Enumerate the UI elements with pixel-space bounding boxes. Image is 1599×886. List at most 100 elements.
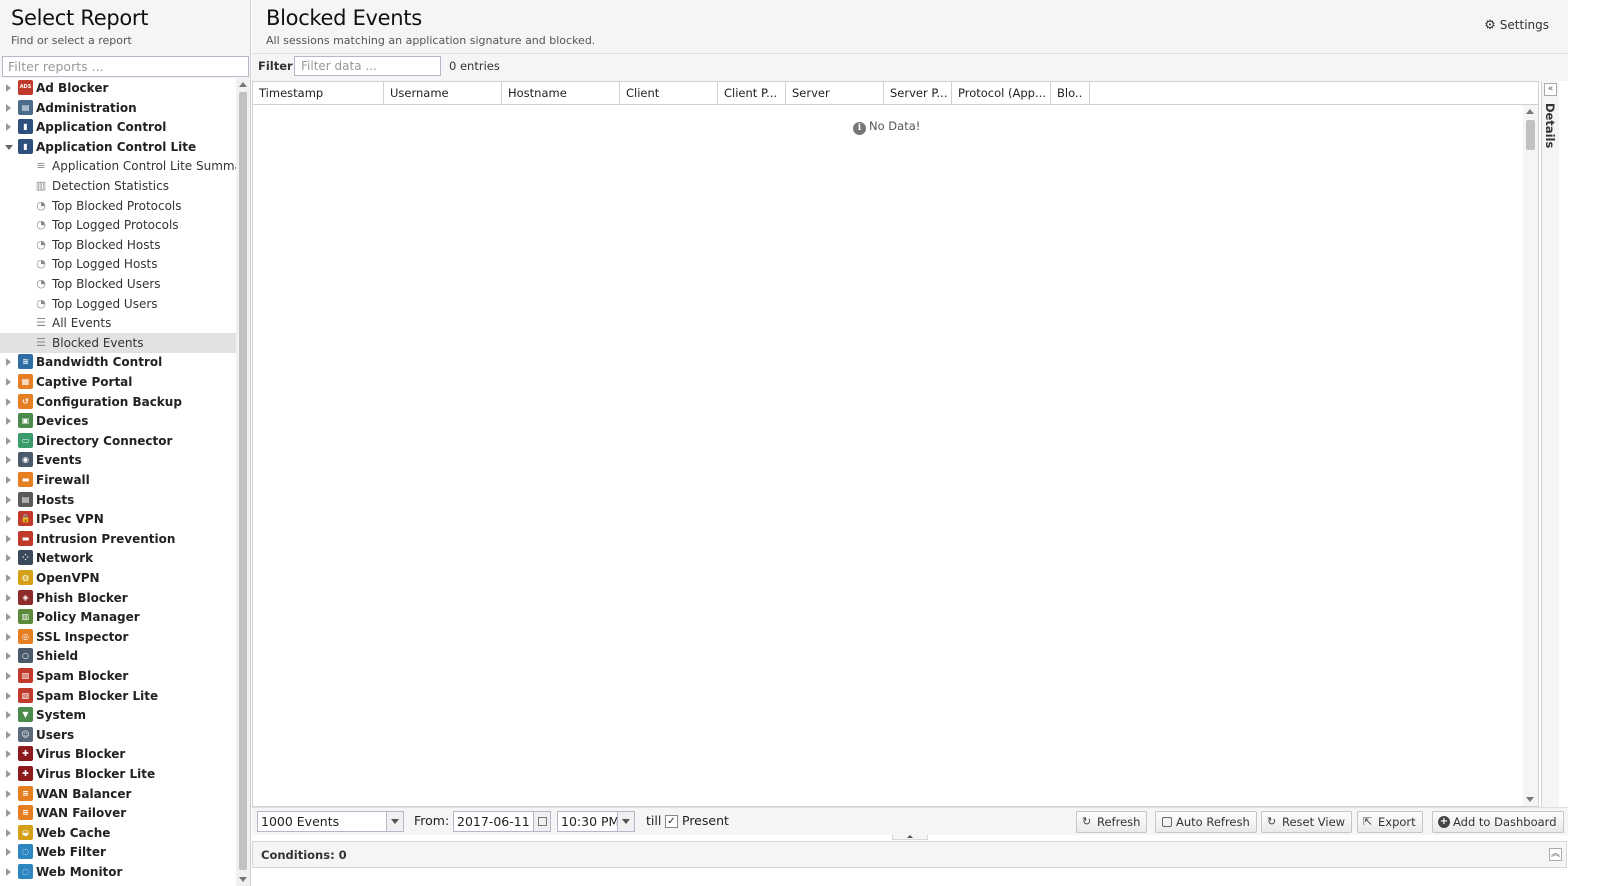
expand-arrow-icon[interactable] xyxy=(6,868,11,876)
expand-arrow-icon[interactable] xyxy=(6,123,11,131)
report-item[interactable]: ◔ Top Logged Hosts xyxy=(0,254,236,274)
column-header-server[interactable]: Server xyxy=(786,82,884,105)
tree-node-web-cache[interactable]: ◒ Web Cache xyxy=(0,823,236,843)
expand-arrow-icon[interactable] xyxy=(6,848,11,856)
expand-arrow-icon[interactable] xyxy=(6,535,11,543)
scroll-down-arrow-icon[interactable] xyxy=(239,877,247,882)
from-time-field[interactable]: 10:30 PM xyxy=(557,811,635,832)
tree-node-captive-portal[interactable]: ▦ Captive Portal xyxy=(0,372,236,392)
settings-button[interactable]: ⚙ Settings xyxy=(1484,18,1549,33)
expand-arrow-icon[interactable] xyxy=(6,437,11,445)
report-item[interactable]: ◔ Top Logged Protocols xyxy=(0,215,236,235)
tree-node-spam-blocker[interactable]: ▧ Spam Blocker xyxy=(0,666,236,686)
report-item[interactable]: ◔ Top Logged Users xyxy=(0,294,236,314)
expand-arrow-icon[interactable] xyxy=(6,496,11,504)
grid-scroll-down-arrow-icon[interactable] xyxy=(1526,797,1534,802)
expand-arrow-icon[interactable] xyxy=(6,515,11,523)
tree-node-shield[interactable]: ○ Shield xyxy=(0,646,236,666)
tree-node-events[interactable]: ◉ Events xyxy=(0,450,236,470)
details-panel-collapsed[interactable]: « Details xyxy=(1541,81,1559,807)
grid-scroll-thumb[interactable] xyxy=(1526,120,1535,150)
report-item[interactable]: ▥ Detection Statistics xyxy=(0,176,236,196)
expand-arrow-icon[interactable] xyxy=(6,574,11,582)
expand-arrow-icon[interactable] xyxy=(6,398,11,406)
tree-node-application-control[interactable]: ▮ Application Control xyxy=(0,117,236,137)
expand-arrow-icon[interactable] xyxy=(6,84,11,92)
filter-reports-input[interactable] xyxy=(2,56,249,77)
tree-scrollbar[interactable] xyxy=(236,78,250,886)
column-header-client-port[interactable]: Client P... xyxy=(718,82,786,105)
scroll-up-arrow-icon[interactable] xyxy=(239,82,247,87)
add-to-dashboard-button[interactable]: + Add to Dashboard xyxy=(1432,811,1564,833)
tree-node-devices[interactable]: ▣ Devices xyxy=(0,411,236,431)
tree-node-policy-manager[interactable]: ▥ Policy Manager xyxy=(0,607,236,627)
tree-node-openvpn[interactable]: ◍ OpenVPN xyxy=(0,568,236,588)
tree-node-wan-balancer[interactable]: ≡ WAN Balancer xyxy=(0,784,236,804)
grid-scroll-up-arrow-icon[interactable] xyxy=(1526,109,1534,114)
expand-arrow-icon[interactable] xyxy=(6,692,11,700)
column-header-hostname[interactable]: Hostname xyxy=(502,82,620,105)
grid-scrollbar[interactable] xyxy=(1523,105,1538,806)
tree-node-web-monitor[interactable]: ◌ Web Monitor xyxy=(0,862,236,882)
expand-arrow-icon[interactable] xyxy=(6,750,11,758)
tree-node-bandwidth-control[interactable]: ≋ Bandwidth Control xyxy=(0,352,236,372)
expand-arrow-icon[interactable] xyxy=(6,613,11,621)
expand-arrow-icon[interactable] xyxy=(6,633,11,641)
events-limit-select[interactable]: 1000 Events xyxy=(257,811,404,832)
tree-node-ad-blocker[interactable]: ADS Ad Blocker xyxy=(0,78,236,98)
expand-arrow-icon[interactable] xyxy=(6,417,11,425)
expand-arrow-icon[interactable] xyxy=(6,456,11,464)
tree-node-ssl-inspector[interactable]: ◎ SSL Inspector xyxy=(0,627,236,647)
expand-details-icon[interactable]: « xyxy=(1544,83,1557,96)
column-header-protocol[interactable]: Protocol (App... xyxy=(952,82,1051,105)
report-item[interactable]: ◔ Top Blocked Users xyxy=(0,274,236,294)
details-label[interactable]: Details xyxy=(1543,103,1557,148)
expand-arrow-icon[interactable] xyxy=(6,476,11,484)
expand-arrow-icon[interactable] xyxy=(6,104,11,112)
report-item[interactable]: ◔ Top Blocked Hosts xyxy=(0,235,236,255)
chevron-down-icon[interactable] xyxy=(386,812,403,831)
report-item[interactable]: ☰ Blocked Events xyxy=(0,333,236,353)
report-item[interactable]: ☰ All Events xyxy=(0,313,236,333)
expand-arrow-icon[interactable] xyxy=(6,790,11,798)
report-item[interactable]: ≡ Application Control Lite Summary xyxy=(0,156,236,176)
filter-data-input[interactable] xyxy=(294,56,441,76)
tree-node-firewall[interactable]: ▬ Firewall xyxy=(0,470,236,490)
scroll-thumb[interactable] xyxy=(239,92,247,870)
expand-arrow-icon[interactable] xyxy=(6,809,11,817)
tree-node-administration[interactable]: ▤ Administration xyxy=(0,98,236,118)
tree-node-configuration-backup[interactable]: ↺ Configuration Backup xyxy=(0,392,236,412)
tree-node-web-filter[interactable]: ◌ Web Filter xyxy=(0,842,236,862)
tree-node-virus-blocker-lite[interactable]: ✚ Virus Blocker Lite xyxy=(0,764,236,784)
export-button[interactable]: ⇱ Export xyxy=(1357,811,1423,833)
reset-view-button[interactable]: ↻ Reset View xyxy=(1261,811,1353,833)
expand-arrow-icon[interactable] xyxy=(6,652,11,660)
expand-arrow-icon[interactable] xyxy=(6,672,11,680)
expand-arrow-icon[interactable] xyxy=(6,711,11,719)
conditions-splitter-handle[interactable] xyxy=(892,835,928,840)
column-header-server-port[interactable]: Server P... xyxy=(884,82,952,105)
expand-arrow-icon[interactable] xyxy=(6,829,11,837)
tree-node-phish-blocker[interactable]: ◈ Phish Blocker xyxy=(0,588,236,608)
expand-arrow-icon[interactable] xyxy=(6,731,11,739)
expand-arrow-icon[interactable] xyxy=(6,594,11,602)
expand-arrow-icon[interactable] xyxy=(6,554,11,562)
from-date-field[interactable]: 2017-06-11 xyxy=(453,811,551,832)
tree-node-virus-blocker[interactable]: ✚ Virus Blocker xyxy=(0,744,236,764)
expand-arrow-icon[interactable] xyxy=(6,358,11,366)
report-item[interactable]: ◔ Top Blocked Protocols xyxy=(0,196,236,216)
auto-refresh-button[interactable]: Auto Refresh xyxy=(1155,811,1257,833)
calendar-icon[interactable] xyxy=(533,812,550,831)
tree-node-application-control-lite[interactable]: ▮ Application Control Lite xyxy=(0,137,236,157)
expand-arrow-icon[interactable] xyxy=(6,770,11,778)
column-header-timestamp[interactable]: Timestamp xyxy=(253,82,384,105)
chevron-down-icon[interactable] xyxy=(617,812,634,831)
column-header-client[interactable]: Client xyxy=(620,82,718,105)
tree-node-spam-blocker-lite[interactable]: ▧ Spam Blocker Lite xyxy=(0,686,236,706)
tree-node-system[interactable]: ▼ System xyxy=(0,705,236,725)
tree-node-network[interactable]: ⁘ Network xyxy=(0,548,236,568)
refresh-button[interactable]: ↻ Refresh xyxy=(1076,811,1148,833)
tree-node-wan-failover[interactable]: ≡ WAN Failover xyxy=(0,803,236,823)
expand-conditions-icon[interactable]: ︽ xyxy=(1549,848,1562,861)
tree-node-intrusion-prevention[interactable]: ▬ Intrusion Prevention xyxy=(0,529,236,549)
